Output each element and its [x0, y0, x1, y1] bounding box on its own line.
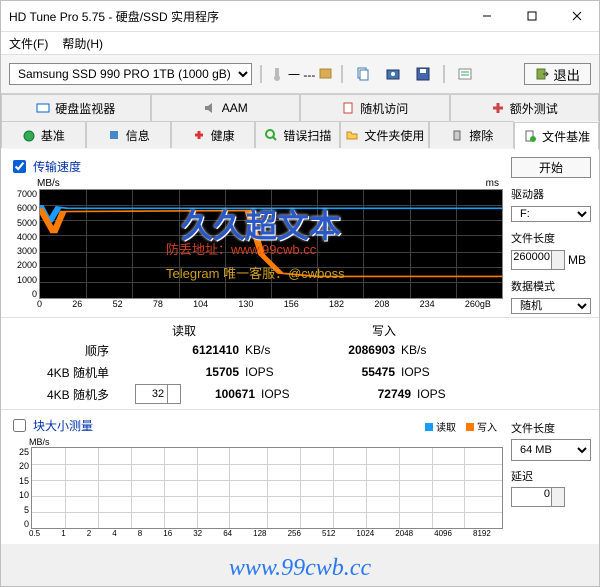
datamode-label: 数据模式: [511, 278, 591, 294]
result-row-sequential: 顺序 6121410KB/s 2086903KB/s: [9, 339, 591, 361]
menu-file[interactable]: 文件(F): [9, 35, 48, 52]
tab-folder-usage[interactable]: 文件夹使用: [340, 121, 429, 148]
drive-label: 驱动器: [511, 186, 591, 202]
x-axis: 0 26 52 78 104 130 156 182 208 234 260gB: [9, 299, 503, 309]
temperature-value: 一 ---: [288, 66, 315, 83]
filelen-label: 文件长度: [511, 230, 591, 246]
door-icon: [535, 67, 549, 81]
health-icon: [192, 128, 206, 142]
block-chart-area: 块大小测量 读取 写入 MB/s 25 20 15 10 5 0: [9, 416, 503, 538]
side-controls: 开始 驱动器 F: 文件长度 260000 MB 数据模式 随机: [511, 157, 591, 309]
tabs-row-upper: 硬盘监视器 AAM 随机访问 额外测试: [1, 94, 599, 121]
file-benchmark-panel: 传输速度 MB/s ms 7000 6000 5000 4000 3000 20…: [1, 149, 599, 317]
start-button[interactable]: 开始: [511, 157, 591, 178]
copy-icon[interactable]: [351, 62, 375, 86]
temperature-display: 一 ---: [270, 66, 333, 83]
tab-erase[interactable]: 擦除: [429, 121, 514, 148]
plus-icon: [491, 101, 505, 115]
temp-settings-icon[interactable]: [319, 67, 333, 81]
menu-help[interactable]: 帮助(H): [62, 35, 103, 52]
footer-watermark: www.99cwb.cc: [1, 555, 599, 582]
result-row-4k-multi: 4KB 随机多 32 100671IOPS 72749IOPS: [9, 383, 591, 405]
block-legend: 读取 写入: [425, 419, 503, 434]
separator: [260, 65, 262, 83]
separator: [341, 65, 343, 83]
col-read: 读取: [109, 322, 259, 339]
erase-icon: [450, 128, 464, 142]
drive-select[interactable]: Samsung SSD 990 PRO 1TB (1000 gB): [9, 63, 252, 85]
delay-label: 延迟: [511, 468, 591, 484]
info-icon: [107, 128, 121, 142]
document-icon: [341, 101, 355, 115]
gauge-icon: [22, 128, 36, 142]
titlebar: HD Tune Pro 5.75 - 硬盘/SSD 实用程序: [1, 1, 599, 32]
screenshot-icon[interactable]: [381, 62, 405, 86]
tab-random-access[interactable]: 随机访问: [300, 94, 450, 121]
transfer-speed-checkbox[interactable]: [13, 160, 26, 173]
block-size-checkbox[interactable]: [13, 419, 26, 432]
tab-extra-tests[interactable]: 额外测试: [450, 94, 600, 121]
close-button[interactable]: [554, 1, 599, 31]
result-row-4k-single: 4KB 随机单 15705IOPS 55475IOPS: [9, 361, 591, 383]
minimize-button[interactable]: [464, 1, 509, 31]
separator: [443, 65, 445, 83]
results-table: 读取 写入 顺序 6121410KB/s 2086903KB/s 4KB 随机单…: [1, 317, 599, 409]
filelen-unit: MB: [568, 253, 586, 267]
write-series: [40, 190, 502, 298]
block-size-label: 块大小测量: [33, 417, 93, 434]
drive-letter-select[interactable]: F:: [511, 206, 591, 222]
block-size-panel: 块大小测量 读取 写入 MB/s 25 20 15 10 5 0: [1, 409, 599, 544]
tab-info[interactable]: 信息: [86, 121, 171, 148]
scan-icon: [264, 128, 278, 142]
monitor-icon: [36, 101, 50, 115]
block-side-controls: 文件长度 64 MB 延迟 0: [511, 416, 591, 538]
thermometer-icon: [270, 67, 284, 81]
transfer-speed-label: 传输速度: [33, 158, 81, 175]
tab-aam[interactable]: AAM: [151, 94, 301, 121]
block-y-unit: MB/s: [9, 437, 503, 447]
exit-button[interactable]: 退出: [524, 63, 591, 85]
datamode-select[interactable]: 随机: [511, 298, 591, 314]
options-icon[interactable]: [453, 62, 477, 86]
folder-icon: [345, 128, 359, 142]
transfer-chart: 7000 6000 5000 4000 3000 2000 1000 0: [9, 189, 503, 299]
block-filelen-select[interactable]: 64 MB: [511, 439, 591, 461]
y-axis-right-unit: ms: [486, 178, 499, 189]
save-icon[interactable]: [411, 62, 435, 86]
block-filelen-label: 文件长度: [511, 420, 591, 436]
app-window: HD Tune Pro 5.75 - 硬盘/SSD 实用程序 文件(F) 帮助(…: [0, 0, 600, 587]
y-axis-left: 7000 6000 5000 4000 3000 2000 1000 0: [9, 189, 39, 299]
y-axis-left-unit: MB/s: [37, 178, 60, 189]
window-title: HD Tune Pro 5.75 - 硬盘/SSD 实用程序: [9, 8, 219, 25]
speaker-icon: [203, 101, 217, 115]
tabs-row-lower: 基准 信息 健康 错误扫描 文件夹使用 擦除 文件基准: [1, 121, 599, 149]
file-icon: [523, 129, 537, 143]
delay-spinner[interactable]: 0: [511, 487, 565, 507]
block-plot: [31, 447, 503, 529]
block-x-axis: 0.512481632641282565121024204840968192: [9, 529, 503, 538]
maximize-button[interactable]: [509, 1, 554, 31]
plot-area: [39, 189, 503, 299]
tab-error-scan[interactable]: 错误扫描: [255, 121, 340, 148]
tab-file-benchmark[interactable]: 文件基准: [514, 122, 599, 150]
tab-health[interactable]: 健康: [171, 121, 256, 148]
filelen-spinner[interactable]: 260000: [511, 250, 565, 270]
toolbar: Samsung SSD 990 PRO 1TB (1000 gB) 一 --- …: [1, 55, 599, 94]
block-y-axis: 25 20 15 10 5 0: [9, 447, 31, 529]
menubar: 文件(F) 帮助(H): [1, 32, 599, 55]
transfer-chart-area: 传输速度 MB/s ms 7000 6000 5000 4000 3000 20…: [9, 157, 503, 309]
tab-disk-monitor[interactable]: 硬盘监视器: [1, 94, 151, 121]
block-chart: 25 20 15 10 5 0: [9, 447, 503, 529]
tab-benchmark[interactable]: 基准: [1, 121, 86, 148]
queue-depth-spinner[interactable]: 32: [135, 384, 181, 404]
col-write: 写入: [319, 322, 449, 339]
window-controls: [464, 1, 599, 31]
